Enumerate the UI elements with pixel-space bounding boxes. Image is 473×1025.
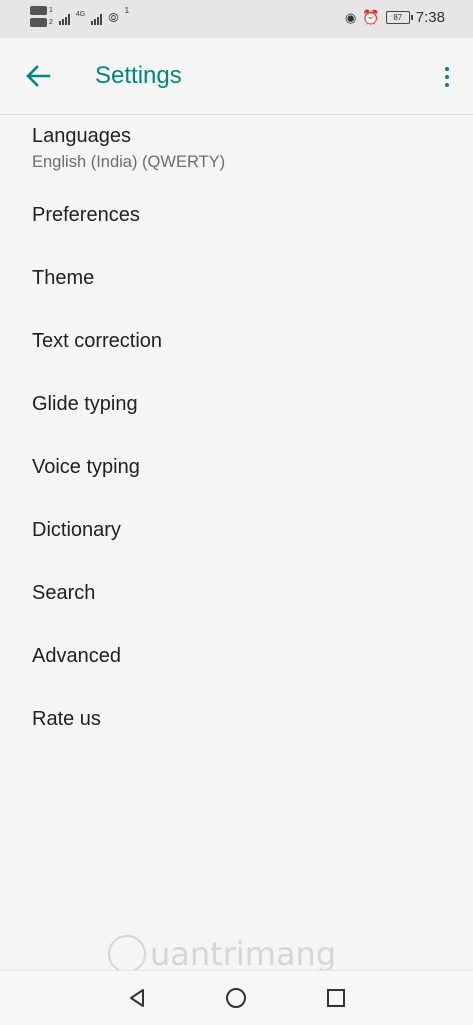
signal-strength-icon: [58, 11, 70, 25]
sim-2-icon: 2: [30, 18, 53, 27]
settings-item-preferences[interactable]: Preferences: [0, 185, 473, 248]
settings-item-text-correction[interactable]: Text correction: [0, 311, 473, 374]
settings-item-advanced[interactable]: Advanced: [0, 626, 473, 689]
settings-item-label: Preferences: [32, 204, 140, 226]
notification-count: 1: [124, 6, 130, 15]
alarm-icon: ⏰: [362, 9, 380, 25]
settings-item-label: Dictionary: [32, 519, 121, 541]
arrow-left-icon: [26, 65, 51, 87]
network-type-label: 4G: [75, 11, 86, 18]
status-left-icons: 1 2 4G ⦾ 1: [30, 6, 129, 27]
settings-item-rate-us[interactable]: Rate us: [0, 689, 473, 752]
settings-item-languages[interactable]: Languages English (India) (QWERTY): [0, 115, 473, 185]
settings-item-theme[interactable]: Theme: [0, 248, 473, 311]
system-nav-bar: [0, 970, 473, 1025]
nav-home-button[interactable]: [223, 985, 249, 1011]
app-toolbar: Settings: [0, 38, 473, 115]
settings-item-label: Rate us: [32, 708, 101, 730]
back-button[interactable]: [22, 58, 54, 94]
settings-item-label: Text correction: [32, 330, 163, 352]
settings-item-search[interactable]: Search: [0, 563, 473, 626]
signal-strength-2-icon: [91, 11, 103, 25]
settings-item-label: Search: [32, 582, 96, 604]
watermark-logo: uantrimang: [108, 935, 336, 973]
settings-item-label: Advanced: [32, 645, 121, 667]
battery-icon: 87: [385, 11, 413, 24]
triangle-back-icon: [130, 989, 144, 1007]
nav-back-button[interactable]: [124, 985, 150, 1011]
circle-home-icon: [226, 988, 246, 1008]
clock: 7:38: [415, 9, 445, 26]
wifi-hotspot-icon: ⦾: [108, 10, 119, 25]
settings-item-glide-typing[interactable]: Glide typing: [0, 374, 473, 437]
settings-item-label: Voice typing: [32, 456, 140, 478]
square-recents-icon: [327, 989, 345, 1007]
eye-comfort-icon: ◉: [345, 9, 357, 25]
status-right-icons: ◉ ⏰ 87 7:38: [345, 9, 445, 26]
settings-item-label: Theme: [32, 267, 95, 289]
settings-item-voice-typing[interactable]: Voice typing: [0, 437, 473, 500]
settings-item-sublabel: English (India) (QWERTY): [32, 153, 226, 171]
watermark-circle-icon: [108, 935, 146, 973]
sim-1-icon: 1: [30, 6, 53, 15]
settings-item-label: Glide typing: [32, 393, 138, 415]
nav-recents-button[interactable]: [323, 985, 349, 1011]
more-vert-icon: [445, 67, 449, 71]
status-bar: 1 2 4G ⦾ 1 ◉ ⏰ 87 7:38: [0, 0, 473, 38]
watermark-text: uantrimang: [150, 935, 337, 973]
sim-indicators: 1 2: [30, 6, 53, 27]
settings-item-dictionary[interactable]: Dictionary: [0, 500, 473, 563]
settings-item-label: Languages: [32, 125, 131, 147]
more-options-button[interactable]: [439, 60, 455, 94]
page-title: Settings: [95, 62, 182, 89]
